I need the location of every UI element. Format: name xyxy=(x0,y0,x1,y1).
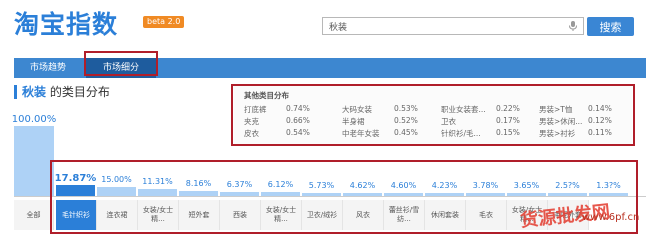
category-tab[interactable]: 全部 xyxy=(14,200,54,230)
microphone-icon[interactable] xyxy=(567,20,579,32)
chart-data-label: 100.00% xyxy=(11,114,57,125)
watermark-url: www.6pf.cn xyxy=(582,212,640,223)
section-title-suffix: 的类目分布 xyxy=(46,85,110,99)
search-button[interactable]: 搜索 xyxy=(587,17,634,36)
beta-badge: beta 2.0 xyxy=(143,16,185,28)
search-box xyxy=(322,17,584,35)
tab-market-trend[interactable]: 市场趋势 xyxy=(22,58,74,78)
title-accent-bar xyxy=(14,85,17,99)
highlight-box-other-categories xyxy=(231,84,635,146)
chart-bar[interactable] xyxy=(14,126,54,196)
section-title: 秋装 的类目分布 xyxy=(22,84,110,100)
app-logo: 淘宝指数 xyxy=(14,10,119,39)
highlight-box-tab xyxy=(84,51,158,76)
section-keyword: 秋装 xyxy=(22,85,47,99)
search-input[interactable] xyxy=(323,18,563,34)
